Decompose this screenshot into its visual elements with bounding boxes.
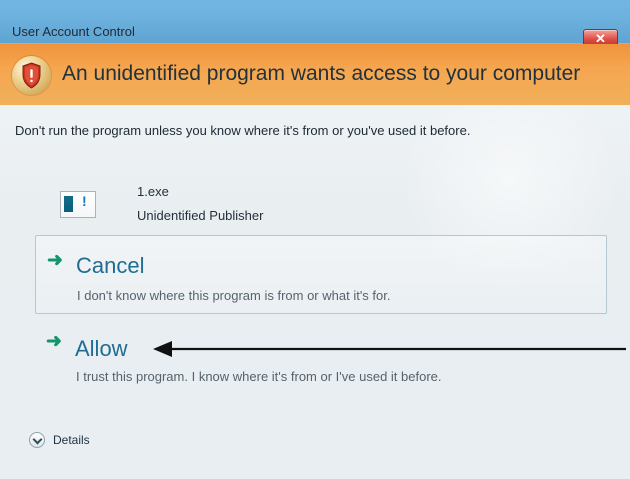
banner-title: An unidentified program wants access to … xyxy=(62,62,581,85)
details-toggle[interactable]: Details xyxy=(29,431,90,449)
window-title: User Account Control xyxy=(12,24,135,39)
allow-label[interactable]: Allow xyxy=(75,338,128,360)
program-icon-fill xyxy=(64,196,73,212)
title-bar: User Account Control ✕ xyxy=(0,0,630,48)
cancel-option[interactable]: ➜ Cancel I don't know where this program… xyxy=(35,235,607,314)
shield-icon xyxy=(12,56,51,95)
warning-banner: An unidentified program wants access to … xyxy=(0,44,630,105)
uac-dialog-photo: User Account Control ✕ An unidentified p… xyxy=(0,0,630,479)
dialog-content: Don't run the program unless you know wh… xyxy=(0,105,630,479)
details-label: Details xyxy=(53,433,90,447)
cancel-label: Cancel xyxy=(76,253,145,278)
allow-description: I trust this program. I know where it's … xyxy=(76,369,442,384)
program-publisher: Unidentified Publisher xyxy=(137,208,264,223)
program-icon: ! xyxy=(60,191,96,218)
arrow-right-icon: ➜ xyxy=(47,250,63,271)
program-name: 1.exe xyxy=(137,184,169,199)
arrow-right-icon: ➜ xyxy=(46,331,62,352)
cancel-description: I don't know where this program is from … xyxy=(77,288,391,303)
warning-message: Don't run the program unless you know wh… xyxy=(15,123,471,138)
alert-mark-icon: ! xyxy=(82,193,87,209)
chevron-down-icon xyxy=(29,432,45,448)
close-icon: ✕ xyxy=(595,30,606,46)
